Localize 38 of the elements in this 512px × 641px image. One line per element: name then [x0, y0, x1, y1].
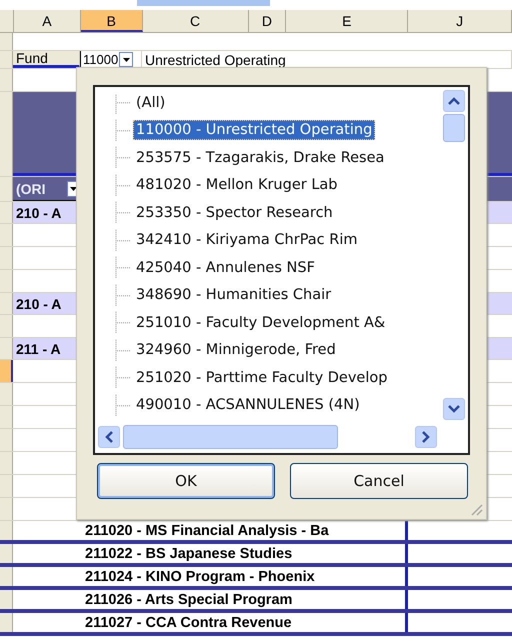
column-header[interactable]: J: [408, 10, 512, 32]
caret-icon: [70, 186, 77, 190]
scroll-right-button[interactable]: [415, 426, 437, 448]
list-item[interactable]: 481020 - Mellon Kruger Lab: [133, 175, 340, 196]
dropdown-button[interactable]: [119, 52, 134, 67]
column-header[interactable]: D: [248, 10, 286, 32]
list-item[interactable]: 342410 - Kiriyama ChrPac Rim: [133, 230, 360, 250]
column-header[interactable]: B: [80, 10, 143, 32]
list-item[interactable]: 490010 - ACSANNULENES (4N): [133, 395, 363, 416]
header-text: (ORI: [16, 180, 46, 196]
list-item[interactable]: 251010 - Faculty Development A&: [133, 312, 388, 333]
scroll-thumb[interactable]: [123, 425, 338, 449]
row-header[interactable]: [0, 360, 13, 382]
scroll-down-button[interactable]: [443, 398, 465, 420]
caret-icon: [122, 58, 130, 62]
resize-grip-icon: [469, 502, 483, 516]
list-item[interactable]: 425040 - Annulenes NSF: [133, 258, 318, 278]
list-item[interactable]: 253575 - Tzagarakis, Drake Resea: [133, 148, 388, 168]
column-header[interactable]: E: [286, 10, 408, 32]
list-item[interactable]: (All): [133, 92, 168, 113]
table-cell: 211027 - CCA Contra Revenue: [80, 613, 408, 632]
table-cell: 211024 - KINO Program - Phoenix: [80, 567, 408, 586]
list-item[interactable]: 110000 - Unrestricted Operating: [133, 120, 376, 140]
scroll-thumb[interactable]: [443, 114, 465, 142]
dialog-button[interactable]: OK: [97, 463, 275, 499]
fund-name: Unrestricted Operating: [145, 52, 286, 68]
list-item[interactable]: 251020 - Parttime Faculty Develop: [133, 368, 390, 388]
list-item[interactable]: 253350 - Spector Research: [133, 202, 336, 223]
scroll-left-button[interactable]: [98, 426, 120, 448]
list-item[interactable]: 324960 - Minnigerode, Fred: [133, 340, 339, 360]
list-item[interactable]: 348690 - Humanities Chair: [133, 285, 334, 306]
column-header[interactable]: C: [142, 10, 249, 32]
dialog-button[interactable]: Cancel: [290, 463, 468, 499]
fund-label: Fund: [16, 50, 48, 66]
table-cell: 211026 - Arts Special Program: [80, 590, 408, 609]
scroll-up-button[interactable]: [443, 90, 465, 112]
table-cell: 211022 - BS Japanese Studies: [80, 544, 408, 563]
fund-code: 11000: [83, 52, 118, 67]
